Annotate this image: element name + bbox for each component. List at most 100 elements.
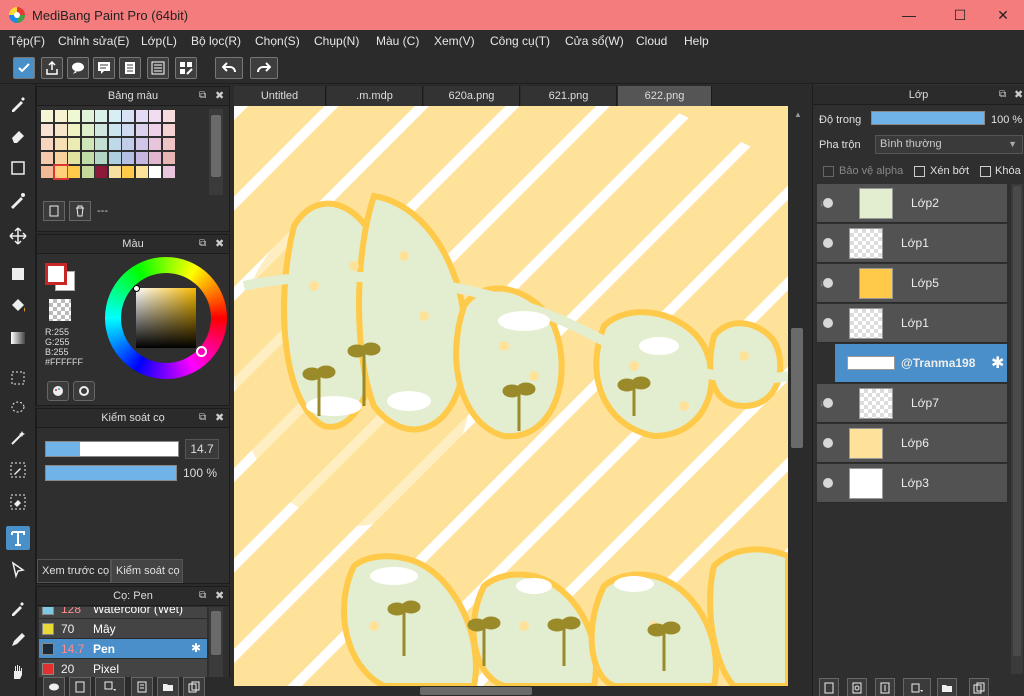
fill-rect-icon[interactable]	[6, 262, 30, 286]
palette-swatch[interactable]	[122, 138, 134, 150]
brush-list-item[interactable]: 14.7 Pen ✱	[39, 639, 207, 659]
grid-edit-icon[interactable]	[175, 57, 197, 79]
vertical-scroll-thumb[interactable]	[791, 328, 803, 448]
palette-swatch[interactable]	[54, 138, 67, 150]
palette-swatch[interactable]	[95, 124, 107, 136]
palette-swatch[interactable]	[81, 110, 94, 122]
chat-icon[interactable]	[93, 57, 115, 79]
palette-swatch[interactable]	[68, 166, 80, 178]
pen-icon[interactable]	[6, 628, 30, 652]
layer-opacity-slider[interactable]	[871, 111, 985, 125]
eye-icon[interactable]	[823, 318, 833, 328]
undock-icon[interactable]: ⧉	[199, 90, 206, 101]
tab-brush-preview[interactable]: Xem trước cọ	[37, 559, 111, 583]
rect-select-icon[interactable]	[6, 156, 30, 180]
layer-row[interactable]: ↓ Lớp2	[817, 184, 1007, 223]
layer-row[interactable]: ↓ Lớp5	[817, 264, 1007, 303]
share-icon[interactable]	[41, 57, 63, 79]
palette-swatch[interactable]	[149, 138, 161, 150]
eye-icon[interactable]	[823, 478, 833, 488]
brush-size-value[interactable]: 14.7	[185, 439, 219, 459]
palette-swatch[interactable]	[108, 166, 121, 178]
palette-swatch[interactable]	[81, 152, 94, 164]
brush-opacity-slider[interactable]	[45, 465, 177, 481]
menu-tools[interactable]: Công cụ(T)	[490, 34, 550, 48]
brush-type-dropdown-icon[interactable]	[95, 677, 125, 696]
brush-list-item[interactable]: 70 Mây	[39, 619, 207, 639]
palette-swatch[interactable]	[122, 166, 134, 178]
blend-mode-select[interactable]: Bình thường ▼	[875, 135, 1023, 154]
new-1bit-layer-icon[interactable]	[875, 678, 895, 696]
lasso-icon[interactable]	[6, 396, 30, 420]
layer-list-scrollbar[interactable]	[1011, 184, 1023, 674]
comment-icon[interactable]	[67, 57, 89, 79]
menu-capture[interactable]: Chụp(N)	[314, 34, 359, 48]
maximize-button[interactable]: ☐	[937, 0, 983, 30]
dot-brush-icon[interactable]	[6, 188, 30, 212]
undock-icon[interactable]: ⧉	[199, 238, 206, 249]
palette-swatch[interactable]	[162, 138, 175, 150]
brush-list-item[interactable]: 128 Watercolor (Wet)	[39, 607, 207, 619]
tab-622[interactable]: 622.png	[618, 86, 712, 106]
eraser-icon[interactable]	[6, 124, 30, 148]
text-icon[interactable]	[6, 526, 30, 550]
new-brush-icon[interactable]	[69, 677, 91, 696]
eye-icon[interactable]	[823, 398, 833, 408]
cloud-brush-icon[interactable]	[43, 677, 65, 696]
palette-swatch[interactable]	[162, 166, 175, 178]
eyedropper-icon[interactable]	[6, 596, 30, 620]
new-palette-icon[interactable]	[43, 201, 65, 221]
palette-swatch[interactable]	[149, 110, 161, 122]
operation-icon[interactable]	[6, 558, 30, 582]
palette-swatch[interactable]	[41, 166, 53, 178]
palette-swatch[interactable]	[68, 152, 80, 164]
brush-list-item[interactable]: 20 Pixel	[39, 659, 207, 677]
menu-help[interactable]: Help	[684, 34, 709, 48]
select-eraser-icon[interactable]	[6, 490, 30, 514]
palette-swatch[interactable]	[95, 166, 107, 178]
color-settings-icon[interactable]	[73, 381, 95, 401]
palette-swatch[interactable]	[162, 124, 175, 136]
foreground-color-swatch[interactable]	[45, 263, 67, 285]
menu-window[interactable]: Cửa sổ(W)	[565, 34, 624, 48]
gradient-icon[interactable]	[6, 326, 30, 350]
palette-swatch[interactable]	[135, 152, 148, 164]
duplicate-layer-icon[interactable]	[969, 678, 989, 696]
palette-swatch[interactable]	[122, 124, 134, 136]
palette-scrollbar[interactable]	[209, 109, 223, 195]
layer-row[interactable]: ↓ Lớp7	[817, 384, 1007, 423]
sv-cursor[interactable]	[133, 285, 140, 292]
tab-621[interactable]: 621.png	[521, 86, 617, 106]
menu-view[interactable]: Xem(V)	[434, 34, 475, 48]
tab-brush-control[interactable]: Kiểm soát cọ	[111, 559, 183, 583]
menu-color[interactable]: Màu (C)	[376, 34, 419, 48]
palette-swatch[interactable]	[54, 110, 67, 122]
drawing-canvas[interactable]	[234, 106, 788, 686]
palette-swatch[interactable]	[135, 124, 148, 136]
canvas-vertical-scrollbar[interactable]: ▲	[788, 106, 806, 686]
hue-wheel[interactable]	[105, 257, 227, 379]
close-panel-icon[interactable]: ✖	[215, 589, 224, 602]
layer-row[interactable]: Lớp6	[817, 424, 1007, 463]
layer-row[interactable]: Lớp1	[817, 304, 1007, 343]
menu-layer[interactable]: Lớp(L)	[141, 34, 177, 48]
palette-swatch[interactable]	[108, 138, 121, 150]
list-settings-icon[interactable]	[147, 57, 169, 79]
brush-size-slider[interactable]	[45, 441, 179, 457]
tab-620a[interactable]: 620a.png	[424, 86, 520, 106]
eye-icon[interactable]	[823, 198, 833, 208]
palette-swatch[interactable]	[122, 110, 134, 122]
brush-tool-icon[interactable]	[6, 92, 30, 116]
close-panel-icon[interactable]: ✖	[215, 411, 224, 424]
menu-cloud[interactable]: Cloud	[636, 34, 667, 48]
palette-swatch[interactable]	[95, 110, 107, 122]
layer-row[interactable]: Lớp3	[817, 464, 1007, 503]
palette-swatch[interactable]	[162, 152, 175, 164]
palette-swatch[interactable]	[108, 110, 121, 122]
new-8bit-layer-icon[interactable]	[847, 678, 867, 696]
tab-untitled[interactable]: Untitled	[234, 86, 326, 106]
select-marquee-icon[interactable]	[6, 366, 30, 390]
canvas-horizontal-scrollbar[interactable]	[234, 686, 806, 696]
palette-swatch[interactable]	[41, 138, 53, 150]
layer-row[interactable]: @Tranma198 ✱	[835, 344, 1007, 383]
